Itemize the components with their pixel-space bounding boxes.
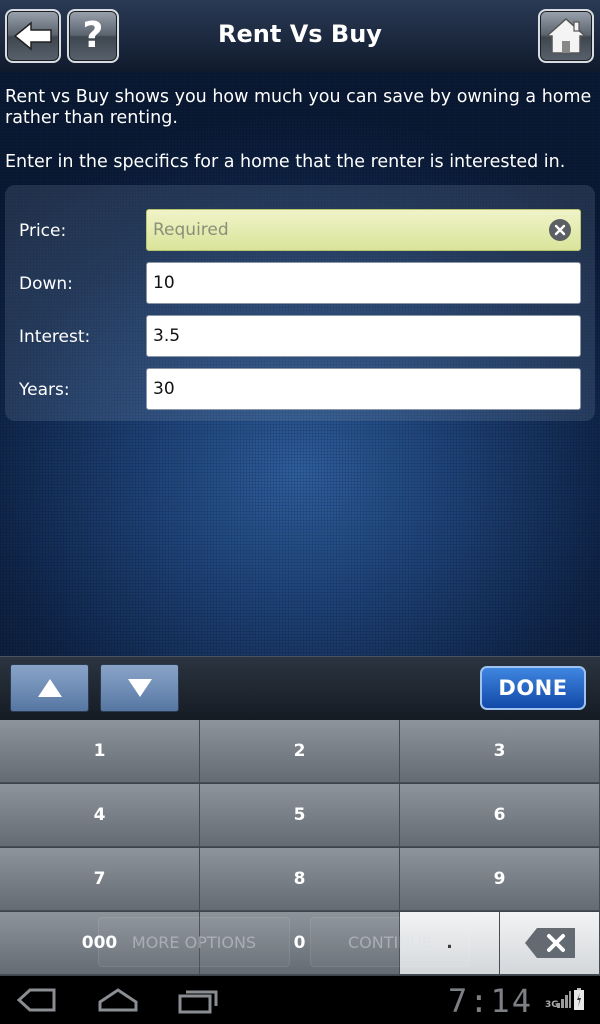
- nav-back-icon[interactable]: [16, 986, 58, 1014]
- intro-text: Rent vs Buy shows you how much you can s…: [5, 87, 595, 173]
- key-5[interactable]: 5: [200, 784, 400, 847]
- backspace-key[interactable]: [500, 912, 600, 975]
- years-label: Years:: [19, 380, 70, 400]
- down-label: Down:: [19, 274, 73, 294]
- interest-row: Interest:: [5, 315, 595, 357]
- mortgage-form: Price: Down: Interest: Years:: [5, 185, 595, 421]
- backspace-icon: [524, 928, 575, 958]
- app-screen: ? Rent Vs Buy Rent vs Buy shows you how …: [0, 0, 600, 656]
- key-6[interactable]: 6: [400, 784, 600, 847]
- interest-input[interactable]: [146, 315, 581, 357]
- intro-paragraph-1: Rent vs Buy shows you how much you can s…: [5, 87, 592, 128]
- page-title: Rent Vs Buy: [218, 20, 382, 48]
- done-button[interactable]: DONE: [480, 666, 586, 710]
- years-input[interactable]: [146, 368, 581, 410]
- clear-icon: [554, 224, 566, 236]
- price-input[interactable]: [146, 209, 581, 251]
- previous-field-button[interactable]: [10, 664, 89, 712]
- key-8[interactable]: 8: [200, 848, 400, 911]
- key-7[interactable]: 7: [0, 848, 200, 911]
- next-field-button[interactable]: [100, 664, 179, 712]
- years-row: Years:: [5, 368, 595, 410]
- back-arrow-icon: [13, 21, 52, 51]
- key-1[interactable]: 1: [0, 720, 200, 783]
- numeric-keypad: 1 2 3 4 5 6 7 8 9 000 0 .: [0, 720, 600, 976]
- signal-icon: [557, 991, 571, 1008]
- system-nav-bar: 7:14 3G: [0, 976, 600, 1024]
- home-icon: [545, 17, 587, 54]
- nav-recent-icon[interactable]: [176, 986, 220, 1014]
- up-arrow-icon: [37, 679, 62, 697]
- nav-home-icon[interactable]: [96, 986, 140, 1014]
- down-arrow-icon: [127, 679, 152, 697]
- question-icon: ?: [82, 15, 104, 56]
- help-button[interactable]: ?: [67, 9, 119, 63]
- header-bar: ? Rent Vs Buy: [0, 0, 600, 72]
- more-options-ghost: MORE OPTIONS: [98, 917, 290, 967]
- home-button[interactable]: [538, 9, 594, 63]
- continue-ghost: CONTINUE: [310, 917, 470, 967]
- intro-paragraph-2: Enter in the specifics for a home that t…: [5, 152, 566, 172]
- status-clock: 7:14: [448, 982, 534, 1020]
- key-9[interactable]: 9: [400, 848, 600, 911]
- battery-icon: [574, 988, 584, 1010]
- key-2[interactable]: 2: [200, 720, 400, 783]
- price-label: Price:: [19, 221, 67, 241]
- down-row: Down:: [5, 262, 595, 304]
- interest-label: Interest:: [19, 327, 91, 347]
- down-input[interactable]: [146, 262, 581, 304]
- clear-price-button[interactable]: [549, 219, 571, 241]
- key-3[interactable]: 3: [400, 720, 600, 783]
- keyboard-toolbar: DONE: [0, 656, 600, 720]
- key-4[interactable]: 4: [0, 784, 200, 847]
- back-button[interactable]: [5, 9, 61, 63]
- price-row: Price:: [5, 209, 595, 251]
